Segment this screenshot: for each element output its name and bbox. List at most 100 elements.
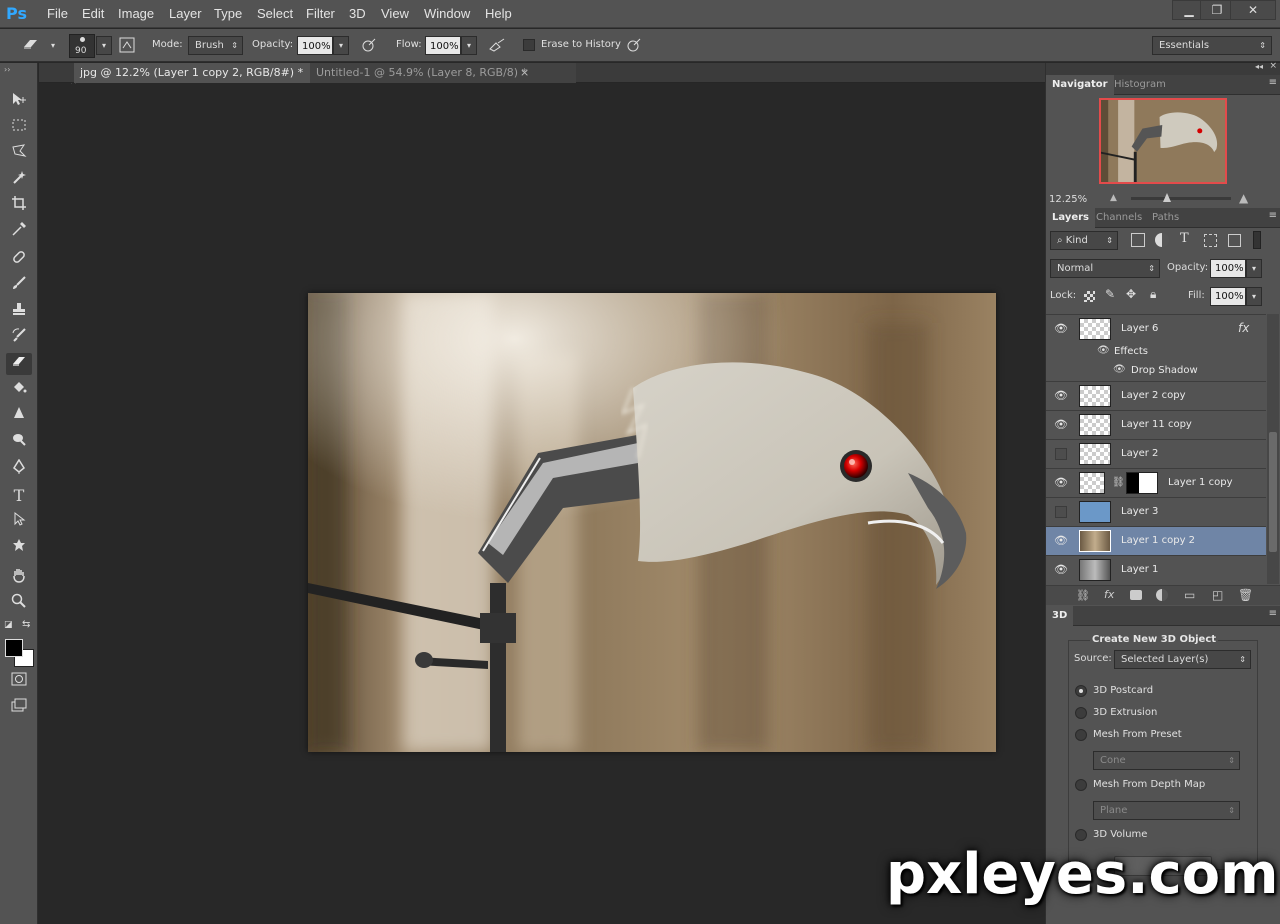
visibility-eye-icon[interactable]: 👁︎ xyxy=(1054,390,1068,402)
tab-histogram[interactable]: Histogram xyxy=(1108,75,1172,95)
workspace-select[interactable]: Essentials ⇕ xyxy=(1152,36,1272,55)
custom-shape-tool-icon[interactable] xyxy=(6,537,32,559)
menu-file[interactable]: File xyxy=(47,6,68,21)
collapse-icon[interactable]: ›› xyxy=(4,65,10,74)
visibility-eye-icon[interactable]: 👁︎ xyxy=(1054,564,1068,576)
layer-row-layer-11-copy[interactable]: 👁︎ Layer 11 copy xyxy=(1046,411,1266,440)
layer-row-layer-2-copy[interactable]: 👁︎ Layer 2 copy xyxy=(1046,382,1266,411)
tab-navigator[interactable]: Navigator xyxy=(1046,75,1114,95)
pressure-size-icon[interactable] xyxy=(625,37,643,55)
menu-filter[interactable]: Filter xyxy=(306,6,335,21)
scrollbar-thumb[interactable] xyxy=(1269,432,1277,552)
marquee-tool-icon[interactable] xyxy=(6,117,32,139)
tool-preset-dropdown[interactable]: ▾ xyxy=(44,37,62,55)
path-selection-tool-icon[interactable] xyxy=(6,511,32,533)
airbrush-icon[interactable] xyxy=(488,37,506,55)
close-tab-icon[interactable]: × xyxy=(520,63,529,83)
tab-document-1[interactable]: jpg @ 12.2% (Layer 1 copy 2, RGB/8#) * × xyxy=(74,63,346,83)
quick-mask-icon[interactable] xyxy=(6,671,32,693)
crop-tool-icon[interactable] xyxy=(6,195,32,217)
menu-layer[interactable]: Layer xyxy=(169,6,202,21)
flow-dropdown[interactable]: ▾ xyxy=(461,36,477,55)
radio-3d-volume[interactable] xyxy=(1075,829,1087,841)
layer-row-layer-1-copy-2[interactable]: 👁︎ Layer 1 copy 2 xyxy=(1046,527,1266,556)
tab-document-2[interactable]: Untitled-1 @ 54.9% (Layer 8, RGB/8) * × xyxy=(310,63,576,83)
layer-opacity-dropdown[interactable]: ▾ xyxy=(1246,259,1262,278)
drop-shadow-eye-icon[interactable]: 👁︎ xyxy=(1113,364,1126,375)
close-button[interactable]: ✕ xyxy=(1230,0,1276,20)
adjustment-layer-icon[interactable] xyxy=(1156,589,1168,601)
eraser-tool-icon[interactable] xyxy=(22,37,40,55)
menu-edit[interactable]: Edit xyxy=(82,6,104,21)
lasso-tool-icon[interactable] xyxy=(6,143,32,165)
history-brush-tool-icon[interactable] xyxy=(6,327,32,349)
fx-icon[interactable]: fx xyxy=(1238,321,1249,335)
filter-adjustment-icon[interactable] xyxy=(1155,233,1169,247)
panel-menu-icon[interactable]: ≡ xyxy=(1269,77,1277,88)
fill-field[interactable]: 100% xyxy=(1210,287,1246,306)
fill-dropdown[interactable]: ▾ xyxy=(1246,287,1262,306)
filter-smart-object-icon[interactable] xyxy=(1228,234,1241,247)
menu-view[interactable]: View xyxy=(381,6,409,21)
tab-channels[interactable]: Channels xyxy=(1090,208,1148,228)
blend-mode-select[interactable]: Normal ⇕ xyxy=(1050,259,1160,278)
opacity-field[interactable]: 100% xyxy=(297,36,333,55)
pen-tool-icon[interactable] xyxy=(6,458,32,481)
mode-select[interactable]: Brush ⇕ xyxy=(188,36,243,55)
tab-layers[interactable]: Layers xyxy=(1046,208,1095,228)
filter-type-icon[interactable]: T xyxy=(1180,231,1189,246)
swap-colors-icon[interactable]: ⇆ xyxy=(22,619,30,630)
layers-scrollbar[interactable] xyxy=(1267,314,1279,584)
radio-mesh-from-preset[interactable] xyxy=(1075,729,1087,741)
filter-kind-select[interactable]: ⌕ Kind ⇕ xyxy=(1050,231,1118,250)
visibility-eye-icon[interactable]: 👁︎ xyxy=(1054,477,1068,489)
add-mask-icon[interactable] xyxy=(1130,590,1142,600)
eyedropper-tool-icon[interactable] xyxy=(6,221,32,243)
radio-3d-extrusion[interactable] xyxy=(1075,707,1087,719)
filter-pixel-icon[interactable] xyxy=(1131,233,1145,247)
collapse-icon[interactable]: ◂◂ xyxy=(1255,62,1263,71)
foreground-color-swatch[interactable] xyxy=(5,639,23,657)
add-style-icon[interactable]: fx xyxy=(1104,588,1114,601)
layer-row-layer-1-copy[interactable]: 👁︎ ⛓︎ Layer 1 copy xyxy=(1046,469,1266,498)
hand-tool-icon[interactable] xyxy=(6,567,32,589)
screen-mode-icon[interactable] xyxy=(6,697,32,719)
link-icon[interactable]: ⛓︎ xyxy=(1112,477,1125,488)
zoom-out-icon[interactable]: ▲ xyxy=(1110,193,1117,203)
pressure-opacity-icon[interactable] xyxy=(360,37,378,55)
type-tool-icon[interactable]: T xyxy=(6,485,32,507)
layer-row-layer-6[interactable]: 👁︎ Layer 6 fx 👁︎ Effects 👁︎ Drop Shadow xyxy=(1046,315,1266,382)
layer-row-layer-1[interactable]: 👁︎ Layer 1 xyxy=(1046,556,1266,584)
opacity-dropdown[interactable]: ▾ xyxy=(333,36,349,55)
visibility-toggle-off[interactable] xyxy=(1055,506,1067,518)
magic-wand-tool-icon[interactable] xyxy=(6,169,32,191)
layer-row-layer-3[interactable]: Layer 3 xyxy=(1046,498,1266,527)
zoom-slider[interactable] xyxy=(1131,197,1231,200)
panel-menu-icon[interactable]: ≡ xyxy=(1269,608,1277,619)
paint-bucket-tool-icon[interactable] xyxy=(6,379,32,401)
new-layer-icon[interactable]: ◰ xyxy=(1212,588,1223,602)
clone-stamp-tool-icon[interactable] xyxy=(6,301,32,323)
navigator-zoom[interactable]: 12.25% xyxy=(1049,194,1087,205)
brush-tool-icon[interactable] xyxy=(6,275,32,297)
visibility-eye-icon[interactable]: 👁︎ xyxy=(1054,535,1068,547)
link-layers-icon[interactable]: ⛓︎ xyxy=(1076,589,1090,602)
lock-transparency-icon[interactable] xyxy=(1084,291,1095,302)
move-tool-icon[interactable] xyxy=(6,91,32,113)
navigator-preview[interactable] xyxy=(1099,98,1227,184)
radio-mesh-from-depth-map[interactable] xyxy=(1075,779,1087,791)
new-group-icon[interactable]: ▭ xyxy=(1184,588,1195,602)
visibility-eye-icon[interactable]: 👁︎ xyxy=(1054,323,1068,335)
document-canvas[interactable] xyxy=(308,293,996,752)
menu-type[interactable]: Type xyxy=(214,6,242,21)
menu-select[interactable]: Select xyxy=(257,6,293,21)
erase-history-checkbox[interactable] xyxy=(523,39,535,51)
menu-3d[interactable]: 3D xyxy=(349,6,366,21)
layer-mask-thumbnail[interactable] xyxy=(1126,472,1158,494)
menu-help[interactable]: Help xyxy=(485,6,512,21)
layer-row-layer-2[interactable]: Layer 2 xyxy=(1046,440,1266,469)
healing-brush-tool-icon[interactable] xyxy=(6,249,32,271)
effects-eye-icon[interactable]: 👁︎ xyxy=(1097,345,1110,356)
flow-field[interactable]: 100% xyxy=(425,36,461,55)
radio-3d-postcard[interactable] xyxy=(1075,685,1087,697)
